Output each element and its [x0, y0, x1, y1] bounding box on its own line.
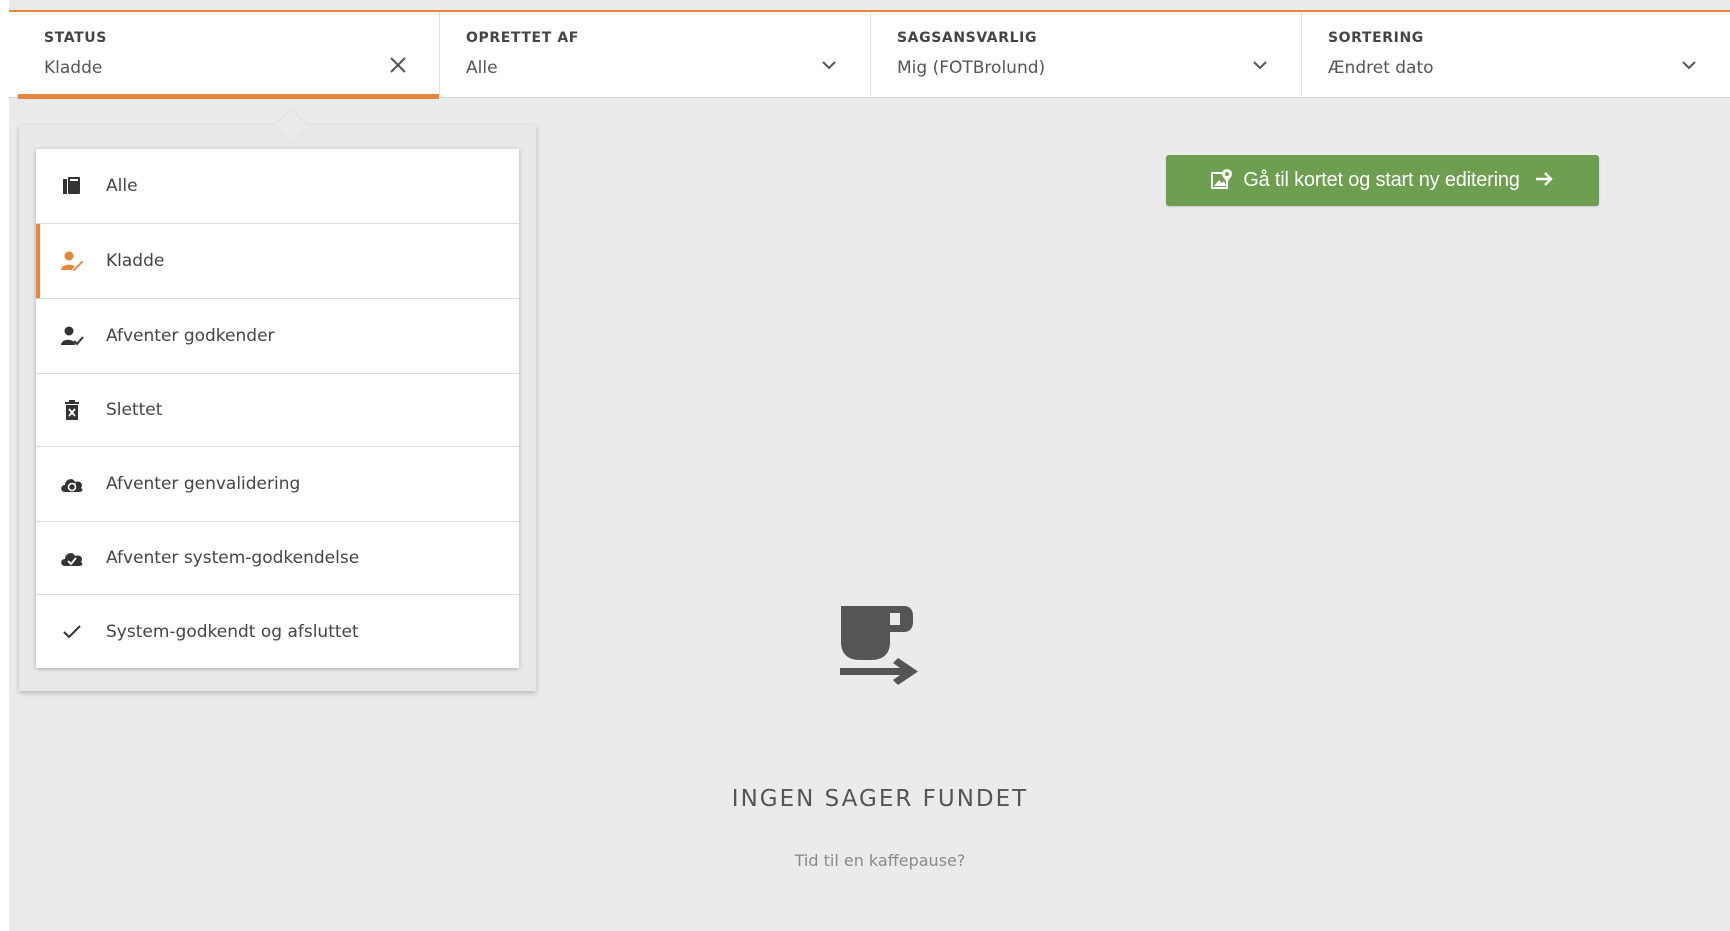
dropdown-item-label: System-godkendt og afsluttet — [106, 621, 359, 642]
user-check-icon — [58, 324, 86, 348]
filter-oprettet-af[interactable]: OPRETTET AF Alle — [440, 12, 871, 98]
filter-sortering[interactable]: SORTERING Ændret dato — [1302, 12, 1730, 98]
dropdown-item-label: Alle — [106, 176, 138, 196]
chevron-down-icon[interactable] — [1678, 54, 1700, 76]
filter-oprettet-af-value: Alle — [466, 58, 498, 78]
filter-status[interactable]: STATUS Kladde — [9, 12, 440, 99]
trash-icon — [58, 398, 86, 422]
filter-status-value: Kladde — [44, 58, 103, 78]
filter-sagsansvarlig-label: SAGSANSVARLIG — [897, 30, 1038, 46]
close-icon[interactable] — [387, 54, 409, 76]
check-icon — [58, 620, 86, 644]
user-edit-icon — [58, 249, 86, 273]
cloud-check-icon — [58, 546, 86, 570]
chevron-down-icon[interactable] — [1249, 54, 1271, 76]
start-editing-button-label: Gå til kortet og start ny editering — [1243, 169, 1520, 191]
start-editing-button[interactable]: Gå til kortet og start ny editering — [1166, 155, 1599, 206]
dropdown-item-afventer-genvalidering[interactable]: Afventer genvalidering — [36, 447, 519, 522]
status-dropdown-list: Alle Kladde Afventer godkender Slettet A… — [36, 149, 519, 668]
empty-state-subtitle: Tid til en kaffepause? — [794, 851, 966, 870]
dropdown-item-label: Afventer godkender — [106, 326, 275, 346]
dropdown-item-afventer-system-godkendelse[interactable]: Afventer system-godkendelse — [36, 522, 519, 595]
filter-oprettet-af-label: OPRETTET AF — [466, 30, 579, 46]
filter-sagsansvarlig[interactable]: SAGSANSVARLIG Mig (FOTBrolund) — [871, 12, 1302, 98]
filter-sagsansvarlig-value: Mig (FOTBrolund) — [897, 58, 1046, 78]
dropdown-item-label: Slettet — [106, 400, 163, 420]
dropdown-item-label: Afventer genvalidering — [106, 474, 301, 494]
filter-sortering-label: SORTERING — [1328, 30, 1424, 46]
map-marker-icon — [1211, 168, 1233, 194]
dropdown-item-afventer-godkender[interactable]: Afventer godkender — [36, 299, 519, 374]
chevron-down-icon[interactable] — [818, 54, 840, 76]
empty-state-title: INGEN SAGER FUNDET — [731, 786, 1029, 812]
dropdown-item-slettet[interactable]: Slettet — [36, 374, 519, 447]
cloud-refresh-icon — [58, 472, 86, 496]
coffee-cup-arrow-icon — [838, 602, 922, 692]
dropdown-item-label: Kladde — [106, 251, 165, 271]
filter-bar: STATUS Kladde OPRETTET AF Alle SAGSANSVA… — [9, 10, 1730, 99]
arrow-right-icon — [1534, 170, 1554, 192]
book-icon — [58, 174, 86, 198]
dropdown-item-kladde[interactable]: Kladde — [36, 224, 519, 299]
dropdown-item-label: Afventer system-godkendelse — [106, 548, 360, 568]
dropdown-item-system-godkendt[interactable]: System-godkendt og afsluttet — [36, 595, 519, 668]
filter-status-label: STATUS — [44, 30, 107, 46]
dropdown-item-alle[interactable]: Alle — [36, 149, 519, 224]
filter-sortering-value: Ændret dato — [1328, 58, 1434, 78]
